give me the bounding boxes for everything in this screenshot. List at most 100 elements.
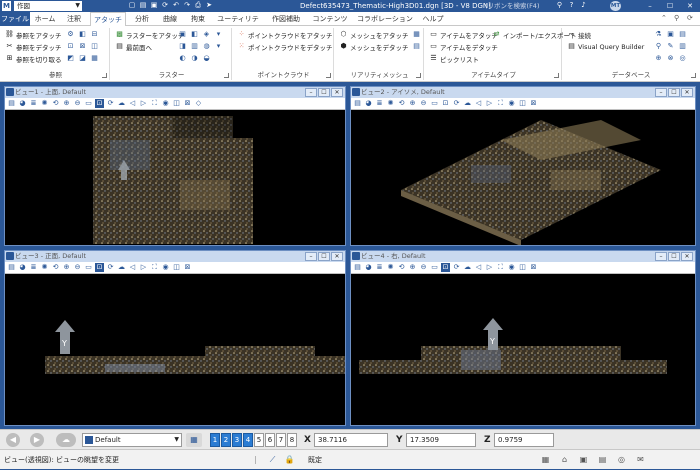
database-tool-icon[interactable]: ▣: [666, 30, 675, 39]
tentative-icon[interactable]: |: [250, 454, 261, 465]
element-selection-icon[interactable]: ▣: [578, 454, 589, 465]
raster-tool-icon[interactable]: ▾: [214, 42, 223, 51]
view-toggle-1[interactable]: 1: [210, 433, 220, 447]
lock-icon[interactable]: 🔒: [284, 454, 295, 465]
view-toggle-3[interactable]: 3: [232, 433, 242, 447]
clip-mask-icon[interactable]: ⊠: [183, 99, 192, 108]
dialog-launcher-icon[interactable]: [416, 73, 421, 78]
window-area-icon[interactable]: ▭: [84, 263, 93, 272]
view-toggle-5[interactable]: 5: [254, 433, 264, 447]
display-style-icon[interactable]: ◕: [364, 99, 373, 108]
zoom-in-icon[interactable]: ⊕: [408, 99, 417, 108]
raster-tool-icon[interactable]: ◧: [190, 30, 199, 39]
dialog-launcher-icon[interactable]: [224, 73, 229, 78]
new-icon[interactable]: ▢: [128, 1, 136, 10]
view-canvas[interactable]: Y: [351, 274, 695, 425]
ribbon-search-input[interactable]: (リボンを検索(F4): [485, 0, 539, 12]
mesh-tool-icon[interactable]: ▦: [412, 30, 421, 39]
sync-icon[interactable]: ⟳: [161, 1, 169, 10]
view-rotation-icon[interactable]: ⛶: [496, 99, 505, 108]
attach-reference-button[interactable]: ⛓ 参照をアタッチ: [5, 29, 61, 40]
redo-icon[interactable]: ↷: [183, 1, 191, 10]
next-view-icon[interactable]: ▷: [485, 99, 494, 108]
camera-icon[interactable]: ◉: [161, 99, 170, 108]
tab-annotate[interactable]: 注釈: [62, 12, 86, 26]
tab-curves[interactable]: 曲線: [158, 12, 182, 26]
dialog-launcher-icon[interactable]: [102, 73, 107, 78]
locks-label[interactable]: 既定: [308, 450, 322, 470]
next-view-icon[interactable]: ▷: [139, 99, 148, 108]
dialog-launcher-icon[interactable]: [554, 73, 559, 78]
z-coordinate-field[interactable]: 0.9759: [494, 433, 554, 447]
reference-tool-icon[interactable]: ◫: [90, 42, 99, 51]
undo-icon[interactable]: ↶: [172, 1, 180, 10]
view-4[interactable]: ビュー4 - 右, Default – ☐ ✕ ▤ ◕ ≣ ✺ ⟲ ⊕ ⊖ ▭ …: [350, 250, 696, 426]
fit-view-icon[interactable]: ⊡: [95, 263, 104, 272]
maximize-icon[interactable]: ☐: [318, 252, 330, 261]
window-area-icon[interactable]: ▭: [430, 99, 439, 108]
levels-icon[interactable]: ≣: [29, 263, 38, 272]
y-coordinate-field[interactable]: 17.3509: [406, 433, 476, 447]
database-tool-icon[interactable]: ◎: [678, 54, 687, 63]
reference-tool-icon[interactable]: ⊟: [90, 30, 99, 39]
database-tool-icon[interactable]: ▤: [678, 30, 687, 39]
tab-attach[interactable]: アタッチ: [90, 12, 126, 27]
minimize-icon[interactable]: –: [655, 88, 667, 97]
view-rotation-icon[interactable]: ⛶: [150, 99, 159, 108]
clip-volume-icon[interactable]: ◫: [518, 263, 527, 272]
raster-tool-icon[interactable]: ◨: [178, 42, 187, 51]
database-tool-icon[interactable]: ▥: [678, 42, 687, 51]
print-icon[interactable]: ⎙: [194, 1, 202, 10]
close-icon[interactable]: ✕: [331, 252, 343, 261]
view-rotation-icon[interactable]: ⛶: [496, 263, 505, 272]
save-icon[interactable]: ▣: [150, 1, 158, 10]
avatar[interactable]: MT: [610, 1, 621, 11]
dialog-launcher-icon[interactable]: [691, 73, 696, 78]
maximize-icon[interactable]: ☐: [318, 88, 330, 97]
close-icon[interactable]: ✕: [680, 0, 700, 12]
clip-mask-icon[interactable]: ⊠: [183, 263, 192, 272]
display-style-icon[interactable]: ◕: [364, 263, 373, 272]
reference-tool-icon[interactable]: ◧: [78, 30, 87, 39]
previous-view-icon[interactable]: ◁: [128, 99, 137, 108]
detach-pointcloud-button[interactable]: ⁙ ポイントクラウドをデタッチ: [237, 41, 333, 52]
tab-analyze[interactable]: 分析: [130, 12, 154, 26]
rotate-view-icon[interactable]: ⟳: [452, 99, 461, 108]
minimize-icon[interactable]: –: [640, 0, 660, 12]
attach-item-button[interactable]: ▭ アイテムをアタッチ: [429, 29, 498, 40]
refresh-icon[interactable]: ⟳: [687, 14, 696, 23]
connect-button[interactable]: ⎓ 接続: [567, 29, 591, 40]
view-toggle-4[interactable]: 4: [243, 433, 253, 447]
levels-icon[interactable]: ≣: [29, 99, 38, 108]
workflow-selector[interactable]: 作図 ▼: [14, 1, 82, 11]
pin-icon[interactable]: ⚲: [674, 14, 683, 23]
view-title-bar[interactable]: ビュー3 - 正面, Default – ☐ ✕: [5, 251, 345, 262]
walk-icon[interactable]: ☁: [463, 263, 472, 272]
view-2[interactable]: ビュー2 - アイソメ, Default – ☐ ✕ ▤ ◕ ≣ ✺ ⟲ ⊕ ⊖…: [350, 86, 696, 246]
clip-volume-icon[interactable]: ◫: [172, 99, 181, 108]
update-view-icon[interactable]: ⟲: [51, 263, 60, 272]
mesh-tool-icon[interactable]: ▤: [412, 42, 421, 51]
save-status-icon[interactable]: ▤: [597, 454, 608, 465]
view-attributes-icon[interactable]: ▤: [353, 263, 362, 272]
clip-mask-icon[interactable]: ⊠: [529, 99, 538, 108]
fit-view-icon[interactable]: ⊡: [441, 263, 450, 272]
view-toggle-8[interactable]: 8: [287, 433, 297, 447]
lighting-icon[interactable]: ✺: [40, 99, 49, 108]
raster-tool-icon[interactable]: ◈: [202, 30, 211, 39]
view-title-bar[interactable]: ビュー4 - 右, Default – ☐ ✕: [351, 251, 695, 262]
message-center-icon[interactable]: ✉: [635, 454, 646, 465]
x-coordinate-field[interactable]: 38.7116: [314, 433, 388, 447]
raster-tool-icon[interactable]: ◐: [178, 54, 187, 63]
zoom-out-icon[interactable]: ⊖: [419, 99, 428, 108]
model-icon[interactable]: ☁: [56, 433, 76, 447]
lighting-icon[interactable]: ✺: [386, 99, 395, 108]
database-tool-icon[interactable]: ✎: [666, 42, 675, 51]
home-icon[interactable]: ⌂: [559, 454, 570, 465]
clip-volume-icon[interactable]: ◫: [172, 263, 181, 272]
zoom-in-icon[interactable]: ⊕: [408, 263, 417, 272]
tab-file[interactable]: ファイル: [0, 12, 30, 26]
view-attributes-icon[interactable]: ▤: [353, 99, 362, 108]
walk-icon[interactable]: ☁: [117, 263, 126, 272]
snap-icon[interactable]: ◎: [616, 454, 627, 465]
